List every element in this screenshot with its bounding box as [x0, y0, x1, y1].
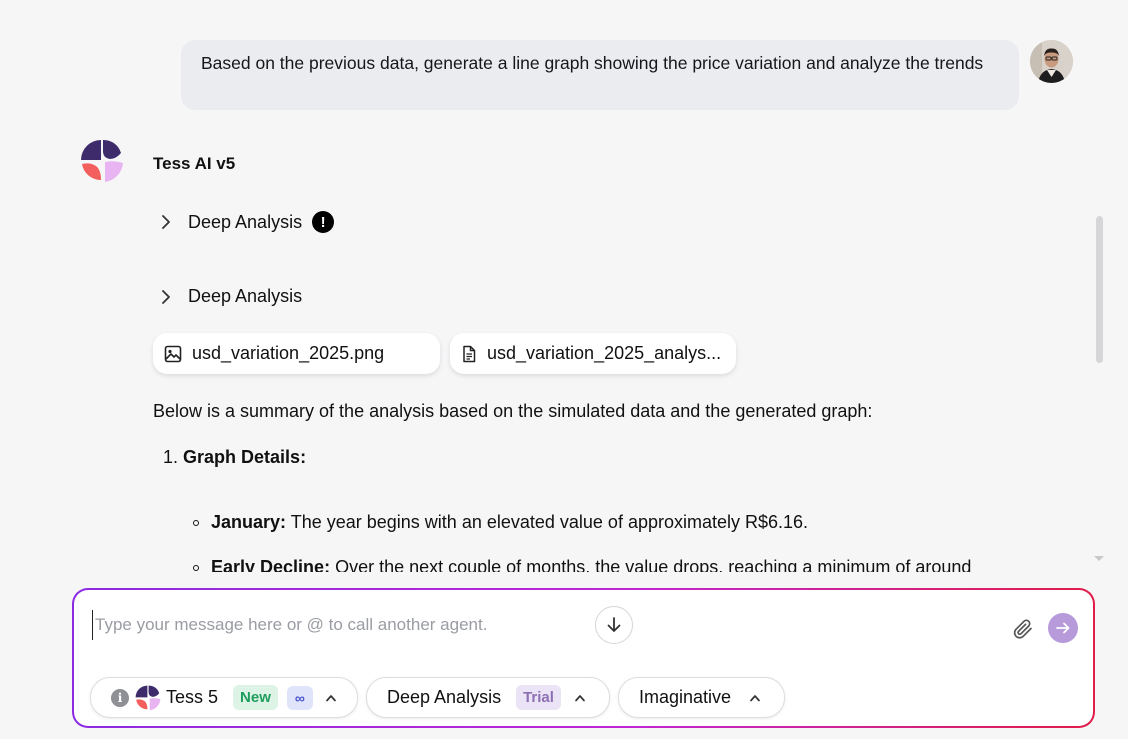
info-icon[interactable]: i — [111, 688, 129, 707]
arrow-down-icon — [607, 617, 621, 632]
bullet-icon — [193, 519, 199, 526]
bullet-label: January: — [211, 512, 287, 532]
analysis-summary: Below is a summary of the analysis based… — [153, 401, 873, 421]
assistant-name: Tess AI v5 — [153, 154, 236, 173]
document-icon — [463, 345, 476, 362]
user-message-bubble: Based on the previous data, generate a l… — [181, 40, 1019, 110]
list-number: 1. — [163, 447, 179, 467]
scroll-to-bottom-button[interactable] — [595, 606, 633, 644]
bullet-text: The year begins with an elevated value o… — [290, 512, 809, 532]
step-label: Deep Analysis — [188, 211, 303, 232]
scroll-down-arrow-icon[interactable] — [1093, 555, 1105, 563]
model-label: Tess 5 — [166, 687, 219, 707]
message-composer: i Tess 5 New ∞ Deep Analysis Trial I — [72, 588, 1095, 728]
deep-analysis-step-1[interactable]: Deep Analysis ! — [157, 211, 335, 233]
model-selector[interactable]: i Tess 5 New ∞ — [90, 677, 358, 718]
infinity-badge: ∞ — [286, 685, 313, 710]
paperclip-icon[interactable] — [1011, 617, 1035, 641]
bullet-icon — [193, 564, 199, 571]
chevron-up-icon — [326, 694, 336, 701]
composer-inner: i Tess 5 New ∞ Deep Analysis Trial I — [74, 590, 1093, 726]
file-chip-image[interactable]: usd_variation_2025.png — [153, 333, 440, 374]
user-avatar-image — [1030, 40, 1073, 83]
chevron-right-icon — [162, 289, 170, 304]
chevron-right-icon — [162, 215, 170, 229]
file-name: usd_variation_2025_analys... — [487, 343, 722, 363]
image-icon — [164, 345, 182, 362]
bullet-item: January: The year begins with an elevate… — [193, 512, 808, 533]
new-badge: New — [233, 685, 278, 710]
tess-logo-icon — [81, 139, 123, 182]
user-avatar[interactable] — [1030, 40, 1073, 83]
mode-selector[interactable]: Deep Analysis Trial — [366, 677, 610, 718]
tess-model-icon — [135, 685, 161, 710]
chevron-up-icon — [575, 694, 585, 701]
file-chip-document[interactable]: usd_variation_2025_analys... — [450, 333, 736, 374]
style-label: Imaginative — [639, 687, 732, 707]
chevron-up-icon — [750, 694, 760, 701]
mode-label: Deep Analysis — [387, 687, 502, 707]
deep-analysis-step-2[interactable]: Deep Analysis — [157, 286, 302, 307]
list-heading: Graph Details: — [183, 447, 307, 467]
warning-icon: ! — [312, 211, 335, 233]
arrow-right-icon — [1056, 622, 1070, 634]
scrollbar-thumb[interactable] — [1096, 216, 1103, 363]
message-input[interactable] — [92, 610, 597, 640]
style-selector[interactable]: Imaginative — [618, 677, 785, 718]
user-message-text: Based on the previous data, generate a l… — [201, 53, 984, 73]
step-label: Deep Analysis — [188, 286, 303, 306]
file-name: usd_variation_2025.png — [192, 343, 385, 363]
numbered-list-item: 1. Graph Details: — [163, 447, 306, 468]
trial-badge: Trial — [516, 685, 561, 710]
send-button[interactable] — [1048, 613, 1078, 643]
